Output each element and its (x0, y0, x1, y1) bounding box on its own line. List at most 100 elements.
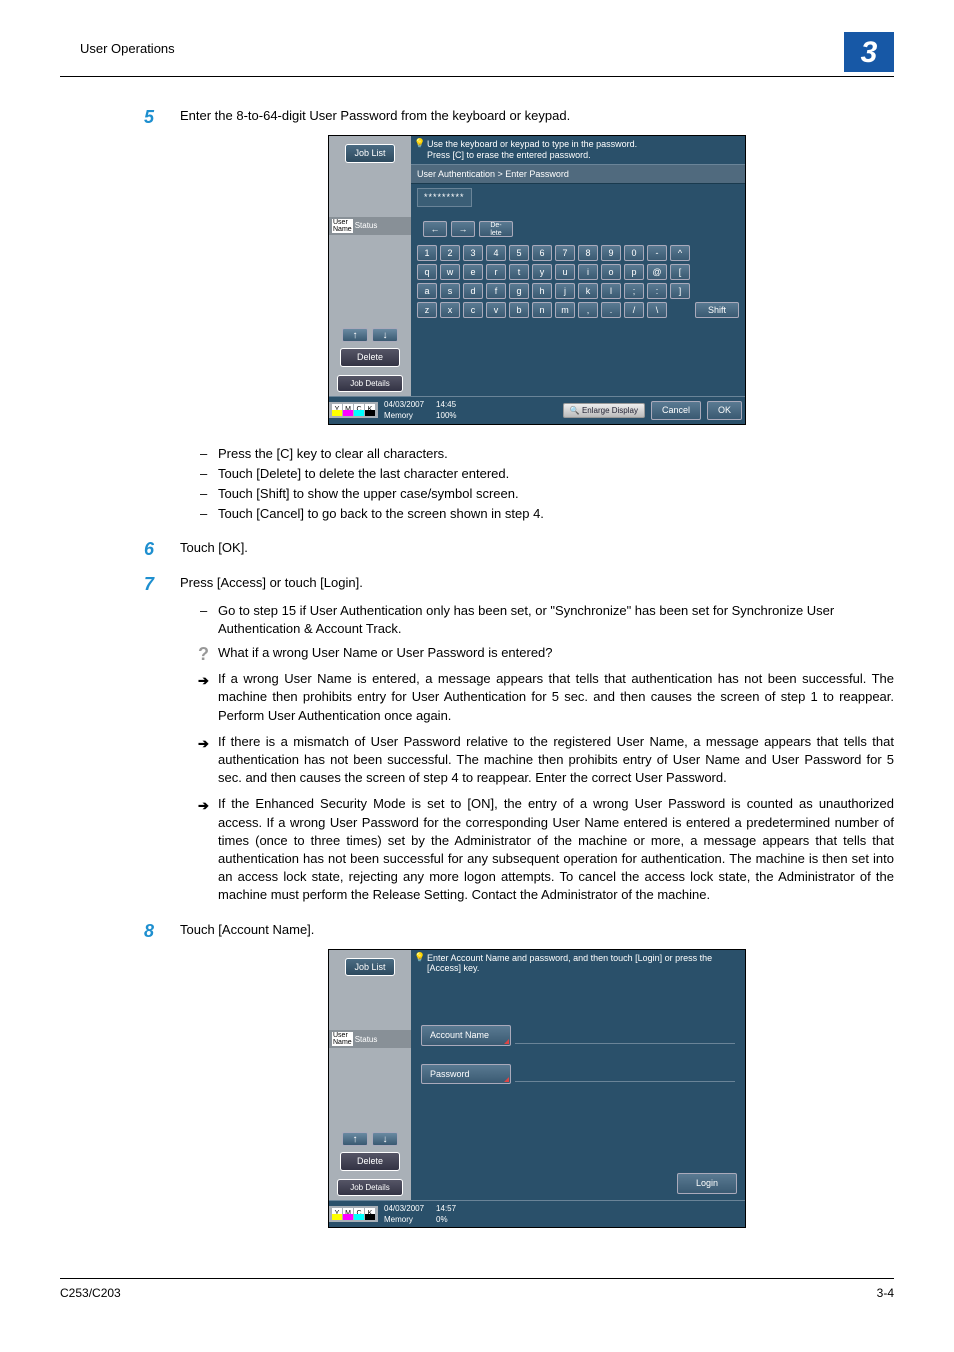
keyboard-key[interactable]: b (509, 302, 529, 318)
keyboard-key[interactable]: [ (670, 264, 690, 280)
status-date: 04/03/2007 (384, 399, 424, 410)
keyboard-key[interactable]: : (647, 283, 667, 299)
scroll-down-button[interactable]: ↓ (372, 1132, 398, 1146)
kb-delete-button[interactable]: De- lete (479, 221, 513, 237)
keyboard-key[interactable]: i (578, 264, 598, 280)
step-7-text: Press [Access] or touch [Login]. (180, 574, 894, 592)
keyboard-key[interactable]: y (532, 264, 552, 280)
cancel-button[interactable]: Cancel (651, 401, 701, 420)
step7-arrow-1: If there is a mismatch of User Password … (200, 733, 894, 788)
keyboard-key[interactable]: n (532, 302, 552, 318)
keyboard-key[interactable]: s (440, 283, 460, 299)
left-delete-button[interactable]: Delete (340, 348, 400, 367)
status-date: 04/03/2007 (384, 1203, 424, 1214)
keyboard-key[interactable]: a (417, 283, 437, 299)
keyboard-key[interactable]: k (578, 283, 598, 299)
keyboard-key[interactable]: g (509, 283, 529, 299)
keyboard-key[interactable]: x (440, 302, 460, 318)
toner-y: Y (332, 1208, 342, 1220)
section-header: User Operations (60, 40, 894, 58)
job-details-button[interactable]: Job Details (337, 375, 403, 392)
keyboard-key[interactable]: ] (670, 283, 690, 299)
step5-note-2: Touch [Shift] to show the upper case/sym… (200, 485, 894, 503)
keyboard-key[interactable]: q (417, 264, 437, 280)
status-time: 14:57 (436, 1203, 456, 1214)
keyboard-key[interactable]: t (509, 264, 529, 280)
shift-button[interactable]: Shift (695, 302, 739, 318)
keyboard-key[interactable]: \ (647, 302, 667, 318)
account-password-button[interactable]: Password (421, 1064, 511, 1085)
password-field[interactable]: ********* (417, 188, 472, 207)
ok-button[interactable]: OK (707, 401, 742, 420)
keyboard-key[interactable]: 3 (463, 245, 483, 261)
keyboard-key[interactable]: ^ (670, 245, 690, 261)
account-password-field[interactable] (515, 1066, 735, 1082)
keyboard-key[interactable]: 5 (509, 245, 529, 261)
step-number-5: 5 (144, 105, 154, 130)
keyboard-key[interactable]: / (624, 302, 644, 318)
login-button[interactable]: Login (677, 1173, 737, 1194)
job-list-button[interactable]: Job List (345, 958, 394, 977)
enlarge-display-button[interactable]: 🔍 Enlarge Display (563, 403, 645, 418)
toner-c: C (354, 1208, 364, 1220)
keyboard-key[interactable]: r (486, 264, 506, 280)
status-time: 14:45 (436, 399, 456, 410)
keyboard-key[interactable]: 1 (417, 245, 437, 261)
account-name-field[interactable] (515, 1028, 735, 1044)
keyboard-key[interactable]: u (555, 264, 575, 280)
keyboard-key[interactable]: - (647, 245, 667, 261)
keyboard-key[interactable]: v (486, 302, 506, 318)
keyboard-key[interactable]: 8 (578, 245, 598, 261)
keyboard-key[interactable]: e (463, 264, 483, 280)
scroll-up-button[interactable]: ↑ (342, 1132, 368, 1146)
keyboard-key[interactable]: 4 (486, 245, 506, 261)
toner-m: M (343, 404, 353, 416)
keyboard-key[interactable]: d (463, 283, 483, 299)
keyboard-key[interactable]: p (624, 264, 644, 280)
job-details-button[interactable]: Job Details (337, 1179, 403, 1196)
left-delete-button[interactable]: Delete (340, 1152, 400, 1171)
user-name-label: User Name (332, 219, 353, 233)
device-screenshot-account: Job List User Name Status ↑ ↓ Delete Job… (328, 949, 746, 1228)
step-number-7: 7 (144, 572, 154, 597)
toner-k: K (365, 404, 375, 416)
status-memory-value: 100% (436, 410, 456, 421)
step5-note-3: Touch [Cancel] to go back to the screen … (200, 505, 894, 523)
keyboard-key[interactable]: m (555, 302, 575, 318)
step7-question: What if a wrong User Name or User Passwo… (200, 644, 894, 662)
keyboard-key[interactable]: 7 (555, 245, 575, 261)
keyboard-key[interactable]: o (601, 264, 621, 280)
device-screenshot-password: Job List User Name Status ↑ ↓ Delete Job… (328, 135, 746, 424)
scroll-down-button[interactable]: ↓ (372, 328, 398, 342)
keyboard-key[interactable]: 0 (624, 245, 644, 261)
keyboard-key[interactable]: z (417, 302, 437, 318)
step5-note-1: Touch [Delete] to delete the last charac… (200, 465, 894, 483)
keyboard-key[interactable]: @ (647, 264, 667, 280)
cursor-right-button[interactable]: → (451, 221, 475, 237)
keyboard-key[interactable]: 9 (601, 245, 621, 261)
step5-note-0: Press the [C] key to clear all character… (200, 445, 894, 463)
user-name-label: User Name (332, 1032, 353, 1046)
keyboard-key[interactable]: c (463, 302, 483, 318)
keyboard-key[interactable]: 6 (532, 245, 552, 261)
keyboard-key[interactable]: . (601, 302, 621, 318)
status-memory-label: Memory (384, 411, 413, 420)
arrow-icon: ➔ (198, 797, 209, 815)
instruction-message: 💡Enter Account Name and password, and th… (411, 950, 745, 978)
footer-model: C253/C203 (60, 1285, 121, 1302)
scroll-up-button[interactable]: ↑ (342, 328, 368, 342)
keyboard-key[interactable]: 2 (440, 245, 460, 261)
keyboard-key[interactable]: l (601, 283, 621, 299)
account-name-button[interactable]: Account Name (421, 1025, 511, 1046)
status-memory-value: 0% (436, 1214, 456, 1225)
job-list-button[interactable]: Job List (345, 144, 394, 163)
keyboard-key[interactable]: ; (624, 283, 644, 299)
keyboard-key[interactable]: j (555, 283, 575, 299)
keyboard-key[interactable]: h (532, 283, 552, 299)
keyboard-key[interactable]: , (578, 302, 598, 318)
cursor-left-button[interactable]: ← (423, 221, 447, 237)
instruction-message: 💡Use the keyboard or keypad to type in t… (411, 136, 745, 164)
keyboard-key[interactable]: f (486, 283, 506, 299)
keyboard-key[interactable]: w (440, 264, 460, 280)
step7-dash: Go to step 15 if User Authentication onl… (200, 602, 894, 638)
